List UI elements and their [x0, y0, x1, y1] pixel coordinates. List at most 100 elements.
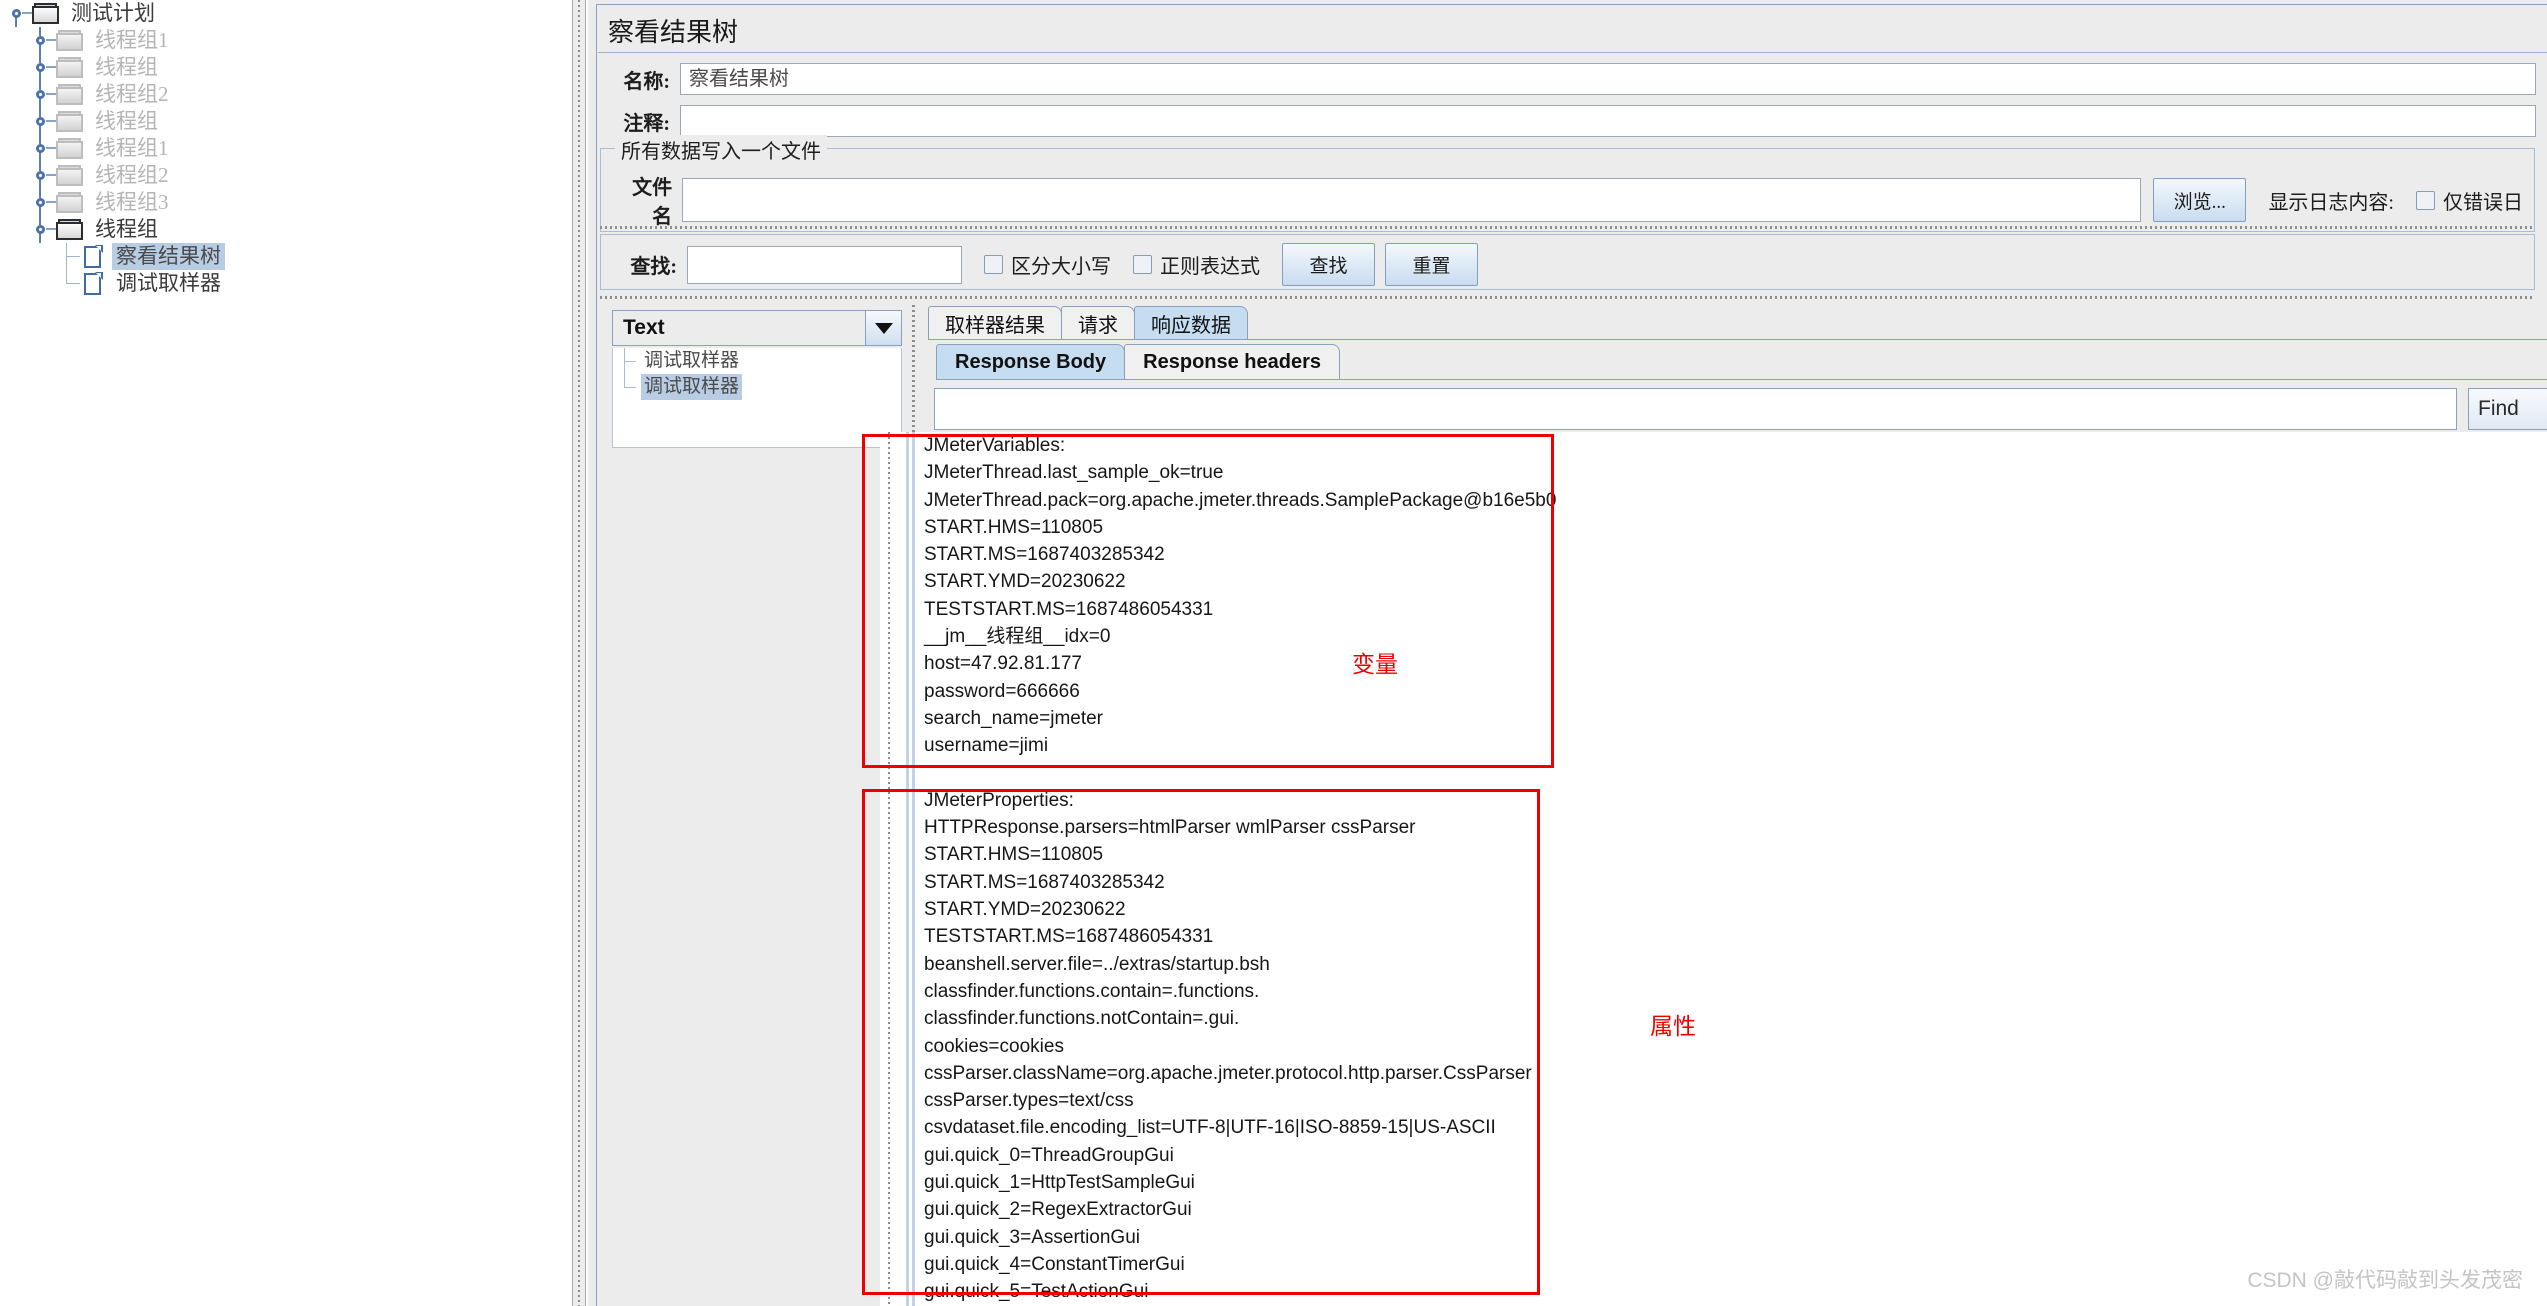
- tree-node-child[interactable]: 察看结果树: [0, 243, 572, 270]
- comment-label: 注释:: [623, 112, 670, 135]
- tree-node-label: 线程组1: [95, 28, 169, 52]
- case-sensitive-checkbox[interactable]: [984, 255, 1003, 274]
- chevron-down-icon: [874, 322, 893, 334]
- subtab-response-headers[interactable]: Response headers: [1124, 344, 1341, 380]
- tab-取样器结果[interactable]: 取样器结果: [928, 306, 1062, 340]
- tree-expand-handle[interactable]: [30, 135, 56, 162]
- tree-expand-handle[interactable]: [30, 189, 56, 216]
- write-all-data-group-title: 所有数据写入一个文件: [615, 135, 827, 164]
- tree-node-label: 线程组2: [95, 163, 169, 187]
- horizontal-splitter-2[interactable]: [600, 296, 2535, 299]
- tree-expand-handle[interactable]: [6, 0, 32, 27]
- tree-node-label: 线程组: [95, 55, 158, 79]
- tree-node-thread-group[interactable]: 线程组: [0, 108, 572, 135]
- tree-node-label: 线程组: [95, 109, 158, 133]
- tree-node-thread-group[interactable]: 线程组2: [0, 81, 572, 108]
- tree-node-label: 调试取样器: [116, 271, 221, 295]
- tree-connector: [613, 348, 641, 374]
- sub-tab-underline: [936, 379, 2547, 380]
- tree-node-label: 线程组3: [95, 190, 169, 214]
- properties-annotation-label: 属性: [1650, 1014, 1696, 1039]
- response-subtabs[interactable]: Response Body Response headers: [936, 344, 1341, 380]
- subtab-response-body[interactable]: Response Body: [936, 344, 1126, 380]
- folder-icon: [32, 3, 60, 24]
- find-button[interactable]: 查找: [1282, 243, 1375, 286]
- tree-expand-handle[interactable]: [30, 216, 56, 243]
- tab-响应数据[interactable]: 响应数据: [1134, 306, 1248, 340]
- tree-node-thread-group[interactable]: 线程组3: [0, 189, 572, 216]
- response-body-gutter: [880, 432, 902, 1306]
- tab-请求[interactable]: 请求: [1061, 306, 1135, 340]
- render-format-combo[interactable]: Text: [612, 310, 902, 346]
- tree-node-thread-group[interactable]: 线程组1: [0, 135, 572, 162]
- search-label: 查找:: [630, 256, 677, 278]
- render-format-value: Text: [623, 316, 665, 339]
- regex-label: 正则表达式: [1160, 256, 1260, 278]
- response-search-input[interactable]: [934, 388, 2457, 430]
- variables-annotation-label: 变量: [1352, 652, 1398, 677]
- log-content-label: 显示日志内容:: [2268, 191, 2394, 214]
- response-body-gutter-stripe: [904, 432, 918, 1306]
- tree-node-thread-group[interactable]: 线程组2: [0, 162, 572, 189]
- sampler-result-list[interactable]: 调试取样器 调试取样器: [612, 348, 902, 448]
- combo-arrow-button[interactable]: [865, 311, 901, 345]
- tree-expand-handle[interactable]: [30, 54, 56, 81]
- result-tabs[interactable]: 取样器结果 请求 响应数据: [928, 306, 1248, 340]
- file-icon: [82, 271, 104, 297]
- sampler-list-item-label: 调试取样器: [641, 374, 743, 400]
- file-icon: [82, 244, 104, 270]
- write-all-data-group: 所有数据写入一个文件 文件名 浏览... 显示日志内容: 仅错误日: [600, 135, 2535, 232]
- name-label: 名称:: [623, 70, 670, 93]
- folder-icon: [56, 138, 84, 159]
- horizontal-splitter-1[interactable]: [600, 226, 2535, 229]
- tree-node-label: 测试计划: [71, 1, 155, 25]
- name-row: 名称: 察看结果树: [598, 60, 2547, 98]
- reset-button[interactable]: 重置: [1385, 243, 1478, 286]
- title-divider: [598, 52, 2547, 53]
- browse-button[interactable]: 浏览...: [2152, 178, 2247, 222]
- folder-icon: [56, 30, 84, 51]
- errors-only-checkbox[interactable]: [2416, 190, 2435, 210]
- tree-node-thread-group[interactable]: 线程组1: [0, 27, 572, 54]
- folder-icon: [56, 84, 84, 105]
- response-body-text: JMeterVariables: JMeterThread.last_sampl…: [924, 435, 1557, 1303]
- search-input[interactable]: [687, 245, 962, 284]
- case-sensitive-label: 区分大小写: [1011, 256, 1111, 278]
- tree-node-test-plan[interactable]: 测试计划: [0, 0, 572, 27]
- folder-icon: [56, 219, 84, 240]
- sampler-list-item[interactable]: 调试取样器: [613, 374, 901, 400]
- folder-icon: [56, 57, 84, 78]
- sampler-list-item[interactable]: 调试取样器: [613, 348, 901, 374]
- splitter-grip: [578, 0, 580, 1306]
- regex-checkbox[interactable]: [1133, 255, 1152, 274]
- response-find-button[interactable]: Find: [2468, 388, 2547, 430]
- watermark: CSDN @敲代码敲到头发茂密: [2247, 1269, 2523, 1292]
- comment-row: 注释:: [598, 102, 2547, 140]
- comment-input[interactable]: [680, 105, 2536, 137]
- name-input[interactable]: 察看结果树: [680, 63, 2536, 95]
- response-body-content[interactable]: JMeterVariables: JMeterThread.last_sampl…: [880, 432, 2547, 1306]
- tree-expand-handle[interactable]: [30, 27, 56, 54]
- tree-expand-handle[interactable]: [30, 162, 56, 189]
- tree-connector: [56, 243, 82, 270]
- tree-node-thread-group[interactable]: 线程组: [0, 216, 572, 243]
- tree-expand-handle[interactable]: [30, 108, 56, 135]
- vertical-splitter[interactable]: [572, 0, 586, 1306]
- main-tab-underline: [928, 339, 2547, 340]
- tree-node-label: 线程组: [95, 217, 158, 241]
- page-title: 察看结果树: [608, 18, 739, 47]
- tree-node-label: 察看结果树: [112, 243, 225, 270]
- sampler-list-item-label: 调试取样器: [644, 350, 740, 371]
- test-plan-tree-panel[interactable]: 测试计划 线程组1 线程组 线程组2 线程组 线程组1 线程组2 线程组3 线程组 察看结果树 调试…: [0, 0, 572, 1306]
- filename-label: 文件名: [632, 177, 673, 228]
- tree-node-label: 线程组2: [95, 82, 169, 106]
- filename-input[interactable]: [682, 178, 2141, 222]
- tree-expand-handle[interactable]: [30, 81, 56, 108]
- tree-connector: [613, 374, 641, 400]
- tree-node-child[interactable]: 调试取样器: [0, 270, 572, 297]
- tree-connector: [56, 270, 82, 297]
- folder-icon: [56, 165, 84, 186]
- search-bar: 查找: 区分大小写 正则表达式 查找 重置: [600, 234, 2535, 290]
- tree-node-thread-group[interactable]: 线程组: [0, 54, 572, 81]
- folder-icon: [56, 111, 84, 132]
